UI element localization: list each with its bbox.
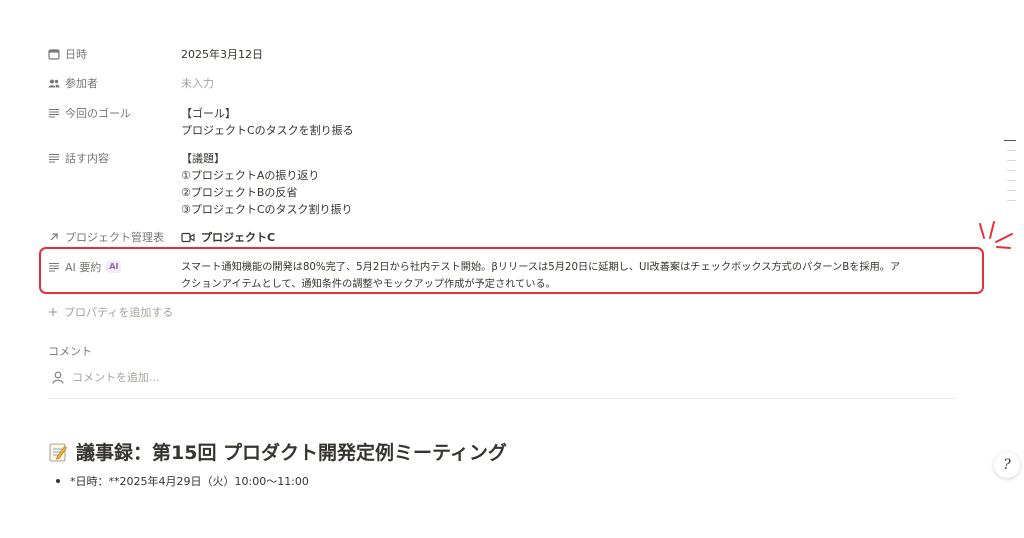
- add-property-button[interactable]: プロパティを追加する: [48, 304, 173, 320]
- page-heading: 議事録：第15回 プロダクト開発定例ミーティング: [48, 438, 507, 465]
- toc-line[interactable]: [1007, 150, 1016, 151]
- comments-title: コメント: [48, 345, 92, 358]
- plus-icon: [49, 308, 57, 316]
- help-button[interactable]: ?: [994, 452, 1020, 478]
- bullet-dot: [56, 479, 60, 483]
- divider: [48, 398, 956, 399]
- ai-summary-highlight-box: [39, 247, 984, 294]
- project-link[interactable]: プロジェクトC: [181, 229, 941, 246]
- text-lines-icon: [49, 153, 59, 163]
- toc-line[interactable]: [1007, 190, 1016, 191]
- help-icon: ?: [1003, 457, 1011, 473]
- avatar-icon: [52, 371, 64, 384]
- people-icon: [48, 79, 60, 88]
- arrow-up-right-icon: [50, 233, 58, 241]
- property-value-goal[interactable]: 【ゴール】 プロジェクトCのタスクを割り振る: [181, 105, 941, 139]
- emphasis-marks-icon: [979, 221, 1013, 249]
- list-item[interactable]: *日時：**2025年4月29日（火）10:00〜11:00: [56, 473, 309, 489]
- memo-icon: [49, 443, 67, 461]
- text-lines-icon: [49, 108, 59, 118]
- calendar-icon: [48, 49, 60, 60]
- toc-line[interactable]: [1007, 200, 1016, 201]
- property-value-date[interactable]: 2025年3月12日: [181, 46, 941, 63]
- toc-line[interactable]: [1007, 170, 1016, 171]
- property-value-project[interactable]: プロジェクトC: [181, 229, 941, 246]
- property-label-date: 日時: [48, 46, 173, 62]
- property-value-topics[interactable]: 【議題】 ①プロジェクトAの振り返り ②プロジェクトBの反省 ③プロジェクトCの…: [181, 150, 941, 218]
- add-comment-input[interactable]: コメントを追加...: [52, 369, 160, 385]
- toc-line[interactable]: [1007, 180, 1016, 181]
- property-label-attendees: 参加者: [48, 75, 173, 91]
- property-value-attendees[interactable]: 未入力: [181, 75, 941, 92]
- video-page-icon: [181, 232, 195, 243]
- table-of-contents-outline[interactable]: [1004, 140, 1016, 210]
- toc-line[interactable]: [1004, 140, 1016, 141]
- property-label-goal: 今回のゴール: [48, 105, 173, 121]
- property-label-topics: 話す内容: [48, 150, 173, 166]
- toc-line[interactable]: [1007, 160, 1016, 161]
- property-label-project: プロジェクト管理表: [48, 229, 173, 245]
